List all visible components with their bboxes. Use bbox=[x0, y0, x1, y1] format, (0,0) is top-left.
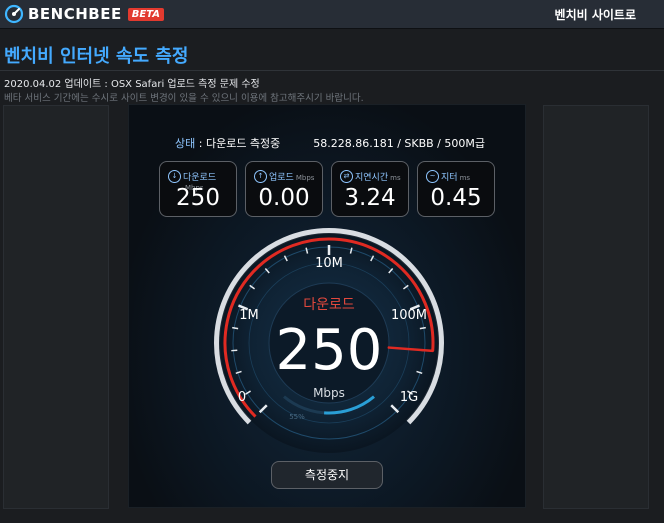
stop-test-button[interactable]: 측정중지 bbox=[271, 461, 383, 489]
server-info: 58.228.86.181 / SKBB / 500M급 bbox=[313, 137, 485, 150]
scale-label-100m: 100M bbox=[391, 308, 427, 323]
status-label: 상태 bbox=[175, 137, 196, 150]
metric-name: 지연시간 bbox=[355, 173, 389, 183]
metric-value: 0.00 bbox=[258, 185, 310, 211]
gauge-unit: Mbps bbox=[313, 386, 345, 400]
gauge-mode-label: 다운로드 bbox=[303, 297, 355, 313]
metric-unit: Mbps bbox=[295, 174, 315, 182]
speed-test-panel: 상태 : 다운로드 측정중 58.228.86.181 / SKBB / 500… bbox=[128, 104, 526, 508]
site-link[interactable]: 벤치비 사이트로 bbox=[555, 6, 636, 23]
jitter-icon: ~ bbox=[426, 170, 439, 183]
logo-text: BENCHBEE bbox=[28, 5, 122, 23]
metric-name: 다운로드 bbox=[183, 173, 217, 183]
title-divider bbox=[0, 70, 664, 71]
page-title: 벤치비 인터넷 속도 측정 bbox=[4, 46, 189, 67]
right-side-panel bbox=[543, 105, 649, 509]
status-value: 다운로드 측정중 bbox=[205, 137, 281, 150]
status-separator: : bbox=[195, 137, 206, 150]
metric-name: 지터 bbox=[441, 173, 458, 183]
upload-icon: ↑ bbox=[254, 170, 267, 183]
speed-gauge: 0 1M 10M 100M 1G 다운로드 250 Mbps 55% bbox=[214, 228, 444, 453]
beta-disclaimer: 베타 서비스 기간에는 수시로 사이트 변경이 있을 수 있으니 이용에 참고해… bbox=[4, 93, 364, 104]
status-row: 상태 : 다운로드 측정중 58.228.86.181 / SKBB / 500… bbox=[175, 135, 485, 150]
download-icon: ↓ bbox=[168, 170, 181, 183]
latency-icon: ⇄ bbox=[340, 170, 353, 183]
minor-tick bbox=[419, 326, 426, 330]
metric-card-latency: ⇄ 지연시간 ms 3.24 bbox=[331, 161, 409, 217]
scale-label-10m: 10M bbox=[315, 256, 343, 271]
metric-card-jitter: ~ 지터 ms 0.45 bbox=[417, 161, 495, 217]
scale-label-0: 0 bbox=[238, 390, 246, 405]
metric-card-download: ↓ 다운로드Mbps 250 bbox=[159, 161, 237, 217]
update-notice: 2020.04.02 업데이트 : OSX Safari 업로드 측정 문제 수… bbox=[4, 79, 260, 90]
beta-badge: BETA bbox=[127, 7, 164, 21]
gauge-speed-value: 250 bbox=[276, 318, 383, 383]
metric-card-upload: ↑ 업로드 Mbps 0.00 bbox=[245, 161, 323, 217]
metric-value: 3.24 bbox=[344, 185, 396, 211]
metric-value: 250 bbox=[176, 185, 220, 211]
progress-percent: 55% bbox=[289, 413, 305, 421]
top-bar: BENCHBEE BETA 벤치비 사이트로 bbox=[0, 0, 664, 29]
metric-unit: ms bbox=[459, 174, 471, 182]
metric-value: 0.45 bbox=[430, 185, 482, 211]
metric-name: 업로드 bbox=[269, 173, 294, 183]
benchbee-logo[interactable]: BENCHBEE BETA bbox=[4, 4, 164, 24]
minor-tick bbox=[232, 326, 239, 330]
metric-unit: ms bbox=[390, 174, 401, 182]
scale-label-1m: 1M bbox=[239, 308, 259, 323]
left-side-panel bbox=[3, 105, 109, 509]
scale-label-1g: 1G bbox=[400, 390, 418, 405]
gauge-logo-icon bbox=[4, 4, 24, 24]
